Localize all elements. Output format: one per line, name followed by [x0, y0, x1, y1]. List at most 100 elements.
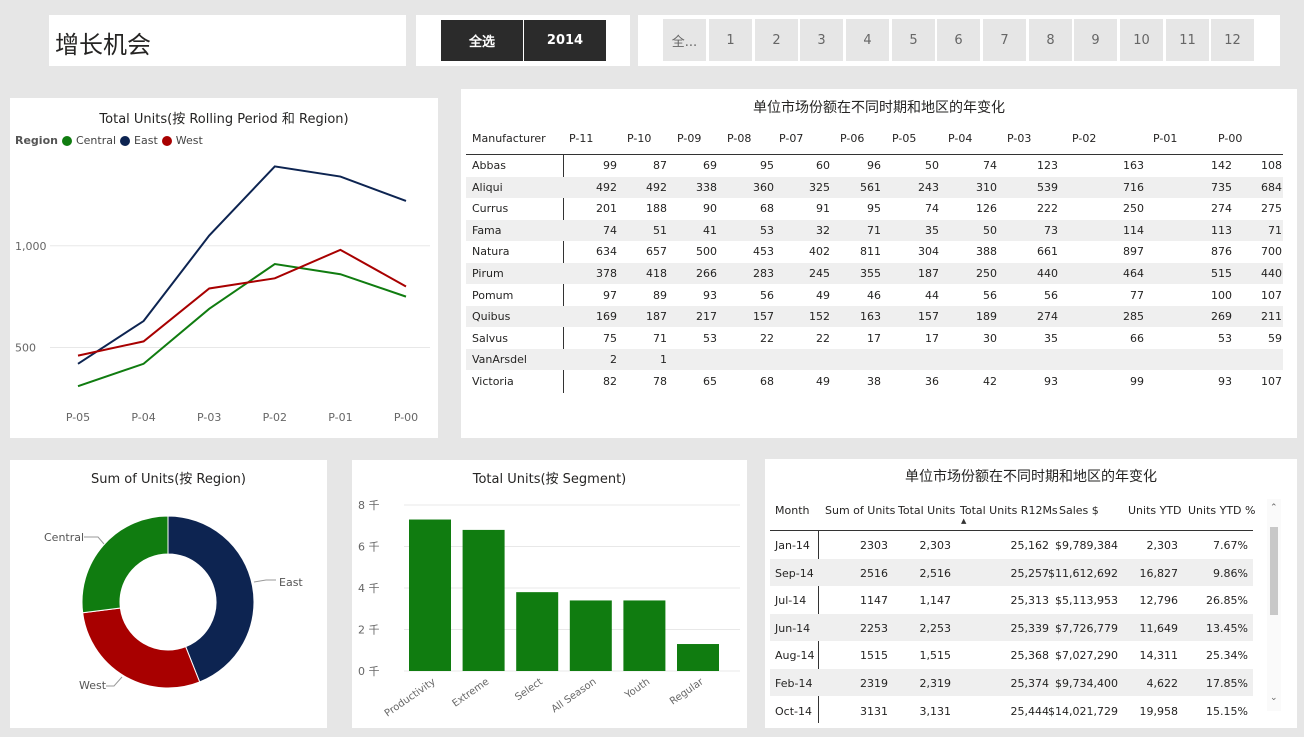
- month-button[interactable]: 2: [755, 19, 798, 61]
- bar[interactable]: [569, 600, 612, 671]
- scrollbar-thumb[interactable]: [1270, 527, 1278, 615]
- table-cell: 93: [1044, 375, 1058, 388]
- table-row-label: Feb-14: [775, 677, 813, 690]
- share-table-header[interactable]: P-11: [569, 132, 593, 145]
- table-cell: 661: [1037, 245, 1058, 259]
- table-cell: 250: [1123, 202, 1144, 216]
- table-cell: 26.85%: [1206, 594, 1248, 608]
- month-table-scrollbar[interactable]: ⌃ ⌄: [1267, 499, 1281, 711]
- table-row-label: Natura: [472, 245, 510, 259]
- table-row-label: Salvus: [472, 331, 508, 345]
- share-table-header[interactable]: P-08: [727, 132, 751, 145]
- month-table-header[interactable]: Month: [775, 504, 809, 517]
- donut-label-central: Central: [44, 531, 85, 544]
- table-cell: 25,313: [1010, 594, 1050, 608]
- month-button[interactable]: 10: [1120, 19, 1163, 61]
- month-table-card: 单位市场份额在不同时期和地区的年变化 Month Sum of Units Tota…: [765, 459, 1297, 728]
- table-cell: 217: [696, 310, 717, 324]
- table-cell: 440: [1037, 267, 1058, 280]
- y-tick-label: 2 千: [358, 624, 380, 637]
- month-button[interactable]: 9: [1074, 19, 1117, 61]
- month-button[interactable]: 6: [937, 19, 980, 61]
- month-button[interactable]: 11: [1166, 19, 1209, 61]
- month-button[interactable]: 4: [846, 19, 889, 61]
- table-row-label: Pomum: [472, 288, 514, 302]
- month-button[interactable]: 5: [892, 19, 935, 61]
- table-row-label: Jul-14: [775, 594, 807, 608]
- month-table-header[interactable]: Sum of Units: [825, 504, 895, 517]
- bar[interactable]: [462, 529, 505, 671]
- month-table-header[interactable]: Total Units: [898, 504, 955, 517]
- line-chart-plot: 1,000 500 P-05 P-04 P-03 P-02 P-01 P-00: [15, 165, 430, 424]
- share-table-header[interactable]: Manufacturer: [472, 132, 546, 145]
- month-table-header-rule: [770, 530, 1253, 531]
- month-button[interactable]: 1: [709, 19, 752, 61]
- table-cell: 1: [660, 353, 667, 367]
- x-tick-label: P-00: [394, 411, 418, 424]
- share-table-header[interactable]: P-07: [779, 132, 803, 145]
- month-table-header[interactable]: Units YTD: [1128, 504, 1182, 517]
- table-cell: 4,622: [1146, 677, 1179, 690]
- share-table-header[interactable]: P-05: [892, 132, 916, 145]
- sort-ascending-icon[interactable]: ▲: [961, 517, 966, 525]
- table-cell: 25,162: [1010, 539, 1050, 552]
- donut-chart-card: Sum of Units(按 Region) Central East West: [10, 460, 327, 728]
- month-button[interactable]: 12: [1211, 19, 1254, 61]
- series-line-central[interactable]: [77, 263, 407, 388]
- table-cell: 811: [860, 245, 881, 259]
- table-cell: 14,311: [1139, 649, 1179, 663]
- table-cell: 539: [1037, 180, 1058, 194]
- donut-slice-central[interactable]: [81, 515, 169, 614]
- month-all-button[interactable]: 全...: [663, 19, 706, 61]
- table-cell: 310: [976, 180, 997, 194]
- table-cell: 13.45%: [1206, 621, 1248, 635]
- bar[interactable]: [623, 600, 666, 671]
- table-cell: 66: [1130, 331, 1144, 345]
- table-row-label: VanArsdel: [472, 353, 527, 367]
- share-table-header[interactable]: P-09: [677, 132, 701, 145]
- table-cell: 68: [760, 202, 774, 216]
- table-row-label: Quibus: [472, 310, 511, 324]
- table-cell: 285: [1123, 310, 1144, 324]
- bar[interactable]: [677, 644, 719, 671]
- table-row-label: Victoria: [472, 375, 514, 388]
- share-table-header[interactable]: P-10: [627, 132, 651, 145]
- share-table-header[interactable]: P-03: [1007, 132, 1031, 145]
- month-button[interactable]: 7: [983, 19, 1026, 61]
- year-slicer: 全选 2014: [416, 15, 630, 66]
- month-table-header[interactable]: Units YTD %: [1188, 504, 1255, 517]
- table-cell: 716: [1123, 180, 1144, 194]
- share-table-header[interactable]: P-06: [840, 132, 864, 145]
- bar[interactable]: [409, 519, 451, 671]
- scroll-up-icon[interactable]: ⌃: [1270, 503, 1278, 513]
- table-cell: 56: [983, 288, 997, 302]
- y-tick-label: 1,000: [15, 240, 47, 253]
- table-cell: 25,339: [1010, 621, 1050, 635]
- scroll-down-icon[interactable]: ⌄: [1270, 693, 1278, 703]
- month-button[interactable]: 3: [800, 19, 843, 61]
- table-cell: 11,649: [1139, 621, 1179, 635]
- table-cell: 99: [1130, 375, 1144, 388]
- table-cell: 500: [696, 245, 717, 259]
- table-cell: 95: [867, 202, 881, 216]
- bar[interactable]: [516, 592, 559, 671]
- share-table-header[interactable]: P-04: [948, 132, 972, 145]
- table-cell: 157: [753, 310, 774, 324]
- month-button[interactable]: 8: [1029, 19, 1072, 61]
- table-cell: 65: [703, 375, 717, 388]
- share-table-header[interactable]: P-00: [1218, 132, 1242, 145]
- table-cell: 19,958: [1139, 704, 1179, 718]
- month-table-header[interactable]: Total Units R12Ms: [960, 504, 1058, 517]
- series-line-west[interactable]: [77, 248, 407, 357]
- year-2014-button[interactable]: 2014: [524, 20, 606, 61]
- table-cell: 93: [703, 288, 717, 302]
- table-cell: 2,516: [919, 566, 952, 580]
- donut-slice-west[interactable]: [82, 607, 201, 689]
- table-cell: 388: [976, 245, 997, 259]
- share-table-header[interactable]: P-01: [1153, 132, 1177, 145]
- table-cell: 2,303: [919, 539, 952, 552]
- select-all-button[interactable]: 全选: [441, 20, 523, 61]
- share-table-header[interactable]: P-02: [1072, 132, 1096, 145]
- series-line-east[interactable]: [77, 165, 407, 365]
- month-table-header[interactable]: Sales $: [1059, 504, 1099, 517]
